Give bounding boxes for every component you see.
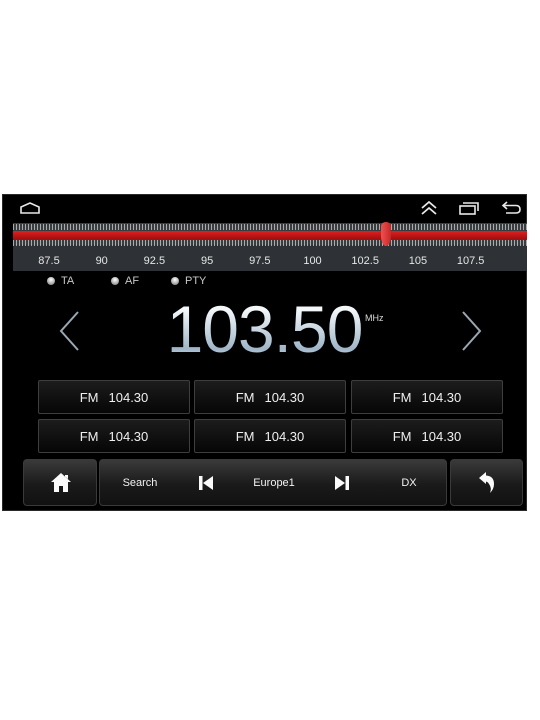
back-icon[interactable]	[501, 201, 521, 215]
preset-band: FM	[392, 389, 412, 405]
preset-band: FM	[392, 428, 412, 444]
preset-frequency: 104.30	[264, 428, 305, 444]
scale-label: 105	[408, 255, 428, 267]
ta-label: TA	[61, 275, 75, 287]
search-button[interactable]: Search	[100, 460, 180, 505]
back-button[interactable]	[450, 459, 523, 506]
preset-band: FM	[235, 428, 255, 444]
home-button[interactable]	[23, 459, 97, 506]
preset-band: FM	[235, 389, 255, 405]
preset-frequency: 104.30	[421, 389, 462, 405]
scale-label: 90	[95, 255, 108, 267]
preset-frequency: 104.30	[264, 389, 305, 405]
tuner-ticks-bottom	[13, 240, 527, 246]
preset-frequency: 104.30	[108, 389, 149, 405]
tuner-track	[13, 223, 527, 246]
preset-band: FM	[79, 428, 99, 444]
scale-label: 107.5	[456, 255, 485, 267]
scale-label: 92.5	[143, 255, 166, 267]
frequency-unit: MHz	[365, 313, 384, 323]
previous-station-button[interactable]	[186, 460, 226, 505]
frequency-display: 103.50	[3, 296, 526, 362]
station-label: Europe1	[253, 476, 295, 489]
preset-frequency: 104.30	[421, 428, 462, 444]
tuner-red-band	[13, 231, 527, 239]
home-outline-icon[interactable]	[19, 202, 41, 214]
dx-label: DX	[401, 476, 417, 489]
radio-control-bar: Search Europe1 DX	[99, 459, 447, 506]
home-icon	[51, 473, 71, 492]
ta-toggle[interactable]: TA	[47, 275, 74, 287]
seek-up-arrow-icon[interactable]	[459, 309, 485, 353]
skip-previous-icon	[199, 475, 213, 490]
dx-button[interactable]: DX	[370, 460, 448, 505]
preset-button[interactable]: FM 104.30	[38, 380, 190, 414]
af-toggle[interactable]: AF	[111, 275, 139, 287]
pty-label: PTY	[185, 275, 207, 287]
scale-label: 102.5	[351, 255, 379, 267]
preset-band: FM	[79, 389, 99, 405]
preset-button[interactable]: FM 104.30	[194, 380, 346, 414]
frequency-tuner[interactable]: 87.5 90 92.5 95 97.5 100 102.5 105 107.5	[13, 222, 527, 271]
next-station-button[interactable]	[322, 460, 362, 505]
preset-button[interactable]: FM 104.30	[194, 419, 346, 453]
scale-label: 87.5	[38, 255, 60, 267]
chevron-double-up-icon[interactable]	[420, 200, 438, 216]
preset-button[interactable]: FM 104.30	[351, 419, 503, 453]
station-name: Europe1	[230, 460, 318, 505]
tuner-ticks-top	[13, 224, 527, 230]
preset-button[interactable]: FM 104.30	[38, 419, 190, 453]
pty-toggle[interactable]: PTY	[171, 275, 206, 287]
recent-apps-icon[interactable]	[459, 201, 479, 215]
scale-label: 97.5	[249, 255, 271, 267]
af-indicator-icon	[111, 277, 119, 285]
af-label: AF	[125, 275, 140, 287]
scale-label: 95	[200, 255, 214, 267]
preset-frequency: 104.30	[108, 428, 149, 444]
preset-button[interactable]: FM 104.30	[351, 380, 503, 414]
scale-label: 100	[303, 255, 322, 267]
tuner-knob[interactable]	[381, 222, 392, 246]
ta-indicator-icon	[47, 277, 55, 285]
search-label: Search	[122, 476, 158, 489]
radio-screen: 87.5 90 92.5 95 97.5 100 102.5 105 107.5 TA AF P…	[2, 194, 527, 511]
return-arrow-icon	[479, 472, 494, 493]
skip-next-icon	[335, 475, 349, 490]
pty-indicator-icon	[171, 277, 179, 285]
